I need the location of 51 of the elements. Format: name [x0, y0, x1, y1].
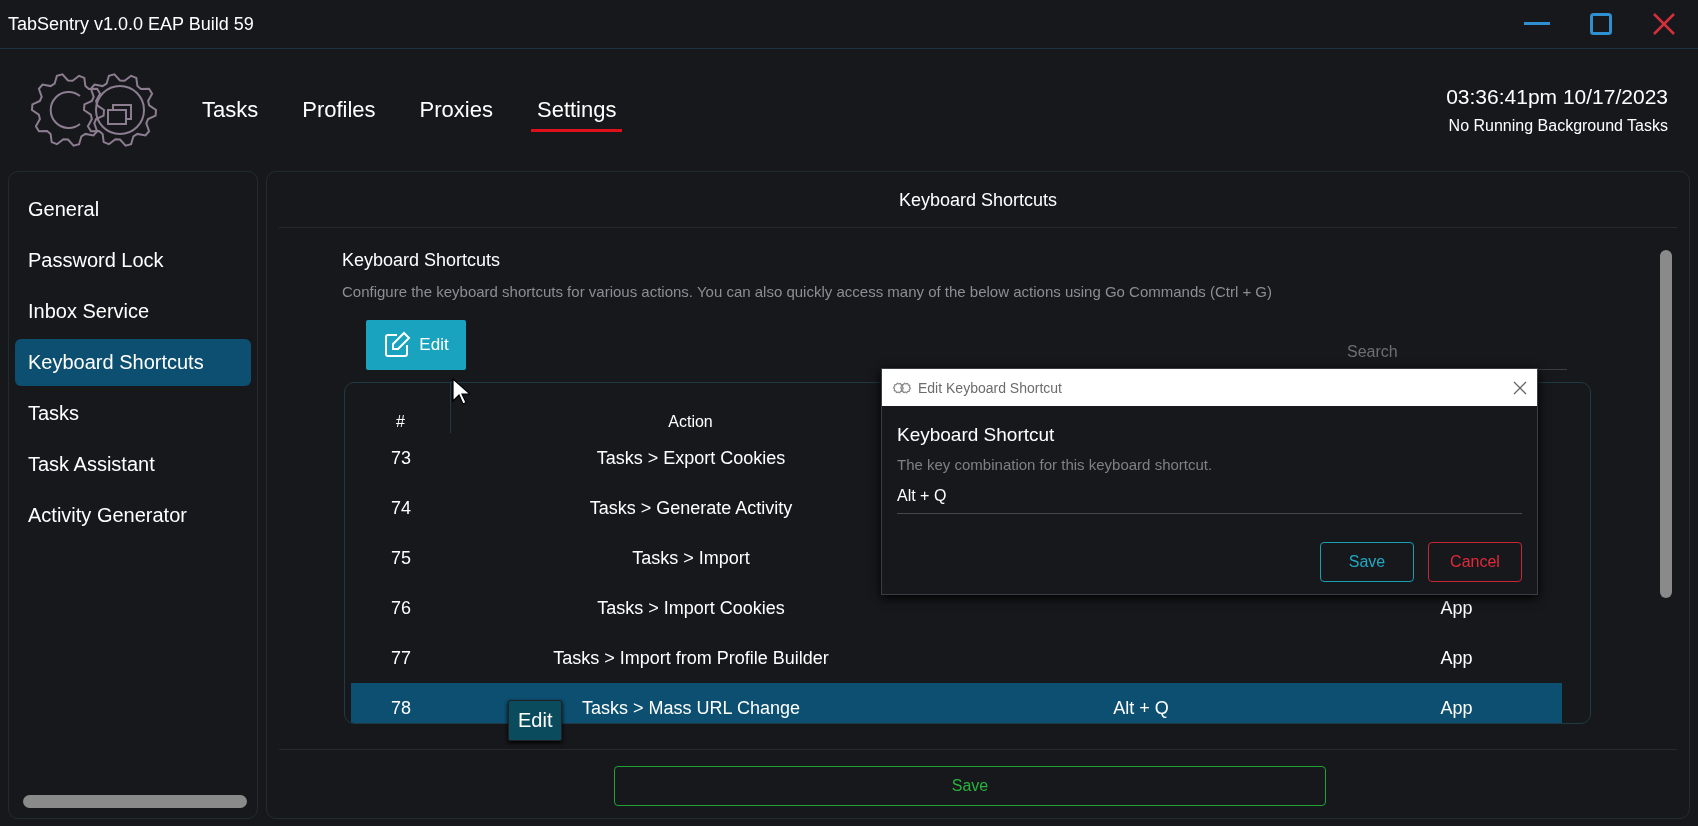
close-icon[interactable]	[1652, 12, 1676, 36]
section-description: Configure the keyboard shortcuts for various actions. You can also quickly access many of the below actions using Go Commands (Ctrl + G)	[342, 283, 1274, 300]
field-label: Keyboard Shortcut	[897, 424, 1056, 446]
gear-logo-icon	[892, 381, 912, 394]
mouse-cursor-icon	[452, 378, 470, 406]
shortcut-cell: Alt + Q	[1113, 697, 1169, 718]
close-icon[interactable]	[1513, 380, 1527, 395]
clock-time: 03:36:41pm 10/17/2023	[1446, 85, 1668, 109]
scrollbar[interactable]	[1660, 250, 1672, 598]
sidebar-item[interactable]: Keyboard Shortcuts	[15, 339, 251, 386]
scope-cell: App	[1440, 647, 1473, 668]
nav-tab[interactable]: Proxies	[413, 92, 499, 132]
scope-cell: App	[1440, 697, 1473, 718]
column-header: #	[351, 383, 451, 433]
nav-tab[interactable]: Profiles	[296, 92, 382, 132]
row-number: 77	[390, 647, 412, 669]
nav-tab[interactable]: Tasks	[196, 92, 265, 132]
sidebar-item[interactable]: Tasks	[15, 390, 251, 437]
action-cell: Tasks > Import	[632, 547, 750, 568]
scrollbar[interactable]	[23, 795, 247, 808]
scope-cell: App	[1440, 597, 1473, 618]
sidebar-item[interactable]: Inbox Service	[15, 288, 251, 335]
action-cell: Tasks > Export Cookies	[596, 447, 786, 468]
row-number: 76	[390, 597, 412, 619]
edit-icon	[383, 331, 412, 359]
table-row[interactable]: 77 Tasks > Import from Profile Builder App	[351, 633, 1562, 683]
row-number: 74	[390, 497, 412, 519]
sidebar-item[interactable]: General	[15, 186, 251, 233]
action-cell: Tasks > Import Cookies	[597, 597, 785, 618]
sidebar-item[interactable]: Activity Generator	[15, 492, 251, 539]
sidebar-item[interactable]: Task Assistant	[15, 441, 251, 488]
window-title: TabSentry v1.0.0 EAP Build 59	[8, 13, 254, 35]
panel-title: Keyboard Shortcuts	[279, 172, 1677, 228]
save-button[interactable]: Save	[614, 766, 1326, 806]
sidebar-item[interactable]: Password Lock	[15, 237, 251, 284]
action-cell: Tasks > Generate Activity	[589, 497, 793, 518]
background-status: No Running Background Tasks	[1447, 117, 1668, 135]
shortcut-field[interactable]: Alt + Q	[897, 473, 1522, 514]
nav-tab[interactable]: Settings	[530, 92, 623, 132]
row-number: 75	[390, 547, 412, 569]
maximize-icon[interactable]	[1590, 13, 1612, 35]
save-button[interactable]: Save	[1320, 542, 1414, 582]
dialog-title: Edit Keyboard Shortcut	[918, 379, 1062, 396]
minimize-icon[interactable]	[1524, 21, 1550, 27]
section-title: Keyboard Shortcuts	[342, 250, 502, 271]
row-number: 73	[390, 447, 412, 469]
field-hint: The key combination for this keyboard shortcut.	[897, 456, 1214, 473]
action-cell: Tasks > Import from Profile Builder	[553, 647, 829, 668]
cancel-button[interactable]: Cancel	[1428, 542, 1522, 582]
action-cell: Tasks > Mass URL Change	[582, 697, 800, 718]
row-number: 78	[390, 697, 412, 719]
